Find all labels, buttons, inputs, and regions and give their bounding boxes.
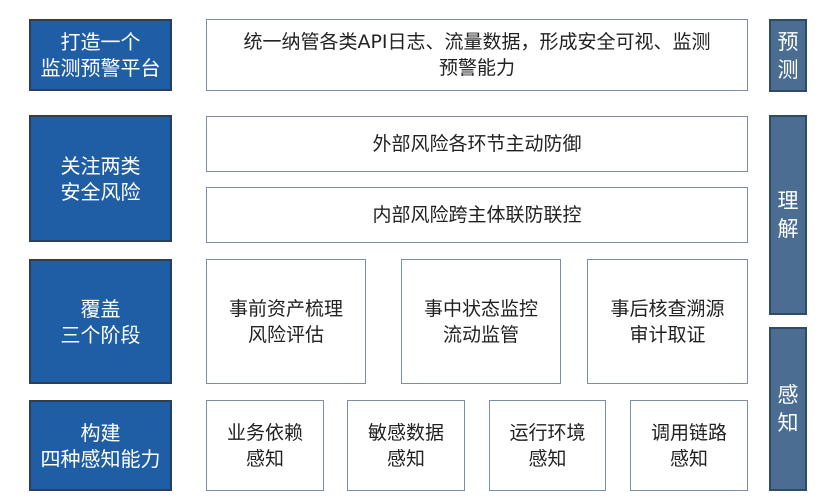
capability-business: 业务依赖 感知 [206, 400, 324, 491]
stage-before: 事前资产梳理 风险评估 [206, 259, 366, 384]
capability-call-chain: 调用链路 感知 [630, 400, 748, 491]
stage-after: 事后核查溯源 审计取证 [587, 259, 748, 384]
row-label-platform: 打造一个 监测预警平台 [29, 19, 172, 91]
side-label-understand: 理 解 [769, 115, 807, 315]
row-label-risks: 关注两类 安全风险 [29, 115, 172, 242]
side-label-perceive: 感 知 [769, 327, 807, 491]
capability-runtime: 运行环境 感知 [489, 400, 606, 491]
stage-during: 事中状态监控 流动监管 [401, 259, 561, 384]
risk-external: 外部风险各环节主动防御 [206, 116, 748, 172]
platform-description: 统一纳管各类API日志、流量数据，形成安全可视、监测 预警能力 [206, 19, 748, 91]
row-label-capabilities: 构建 四种感知能力 [29, 400, 172, 491]
row-label-stages: 覆盖 三个阶段 [29, 259, 172, 384]
risk-internal: 内部风险跨主体联防联控 [206, 187, 748, 243]
side-label-predict: 预 测 [769, 19, 807, 92]
capability-sensitive-data: 敏感数据 感知 [347, 400, 465, 491]
